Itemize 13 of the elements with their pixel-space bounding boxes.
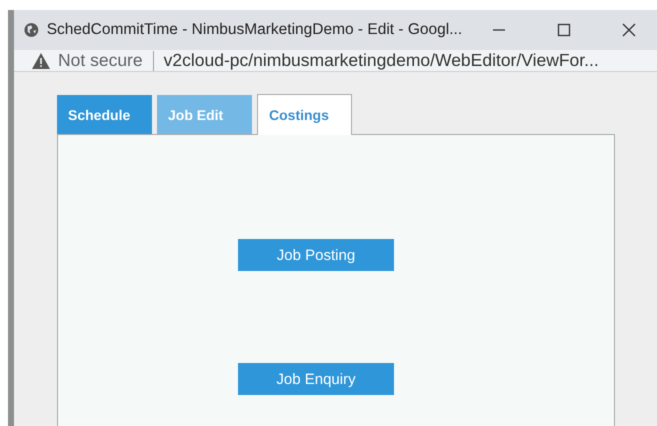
action-button[interactable]: Job Enquiry [238, 363, 394, 395]
maximize-icon [556, 23, 571, 37]
address-bar[interactable]: Not secure v2cloud-pc/nimbusmarketingdemo/WebEditor/ViewFor... [14, 50, 657, 72]
url-text: v2cloud-pc/nimbusmarketingdemo/WebEditor/ViewFor... [164, 50, 599, 71]
tab[interactable]: Costings [257, 94, 352, 135]
globe-icon [24, 22, 39, 38]
tab[interactable]: Job Edit [157, 95, 252, 134]
window-title: SchedCommitTime - NimbusMarketingDemo - Edit - Googl... [46, 21, 462, 39]
warning-icon [32, 52, 50, 68]
security-label: Not secure [58, 50, 143, 71]
tab[interactable]: Schedule [57, 95, 152, 134]
close-icon [622, 23, 636, 37]
action-button[interactable]: Job Posting [238, 239, 394, 271]
